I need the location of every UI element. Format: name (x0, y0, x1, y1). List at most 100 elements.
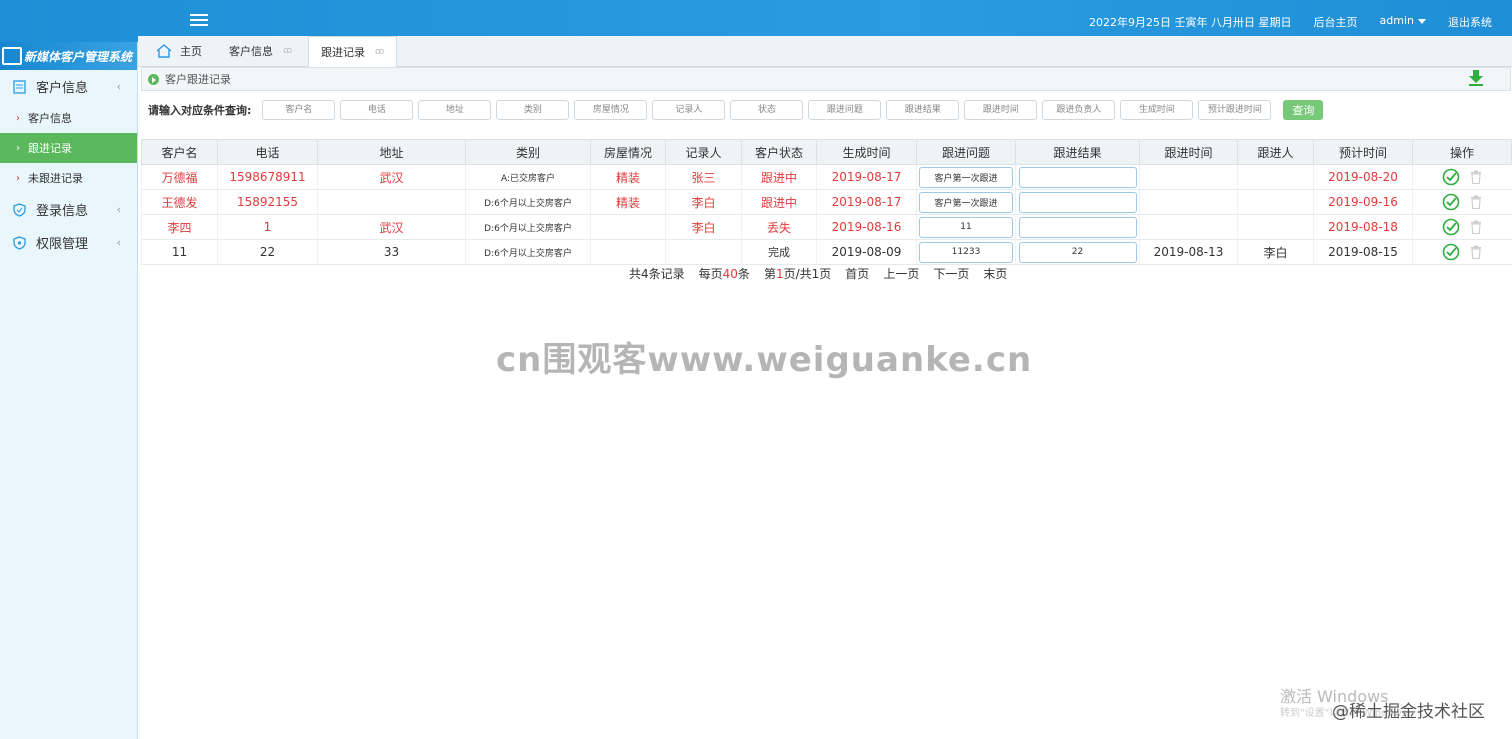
close-icon[interactable]: ꝏ (375, 47, 384, 57)
cell-recorder: 李白 (665, 189, 742, 215)
row-actions (1414, 193, 1512, 211)
last-page-link[interactable]: 末页 (983, 265, 1007, 282)
cell-follower (1237, 164, 1314, 190)
column-header: 预计时间 (1313, 139, 1413, 165)
user-menu[interactable]: admin (1380, 14, 1426, 30)
column-header: 操作 (1412, 139, 1512, 165)
logout-link[interactable]: 退出系统 (1448, 14, 1492, 30)
tab-customer-info[interactable]: 客户信息 ꝏ (229, 36, 292, 66)
breadcrumb: 客户跟进记录 (141, 67, 1511, 91)
top-nav: 2022年9月25日 壬寅年 八月卅日 星期日 后台主页 admin 退出系统 (1089, 14, 1492, 30)
download-icon[interactable] (1468, 69, 1484, 87)
cell-recorder: 张三 (665, 164, 742, 190)
close-icon[interactable]: ꝏ (283, 46, 292, 56)
menu-toggle-icon[interactable] (190, 11, 208, 29)
tab-home[interactable]: 主页 (156, 36, 202, 66)
result-input[interactable] (1018, 241, 1137, 263)
issue-input[interactable] (919, 166, 1013, 188)
cell-phone: 22 (217, 239, 318, 265)
cell-name: 李四 (141, 214, 218, 240)
cell-address (317, 189, 466, 215)
cell-phone: 1598678911 (217, 164, 318, 190)
trash-icon[interactable] (1470, 195, 1482, 209)
cell-recorder (665, 239, 742, 265)
cell-follower: 李白 (1237, 239, 1314, 265)
cell-follow-time (1139, 214, 1238, 240)
cell-actions (1412, 239, 1512, 265)
search-input[interactable] (730, 100, 804, 120)
issue-input[interactable] (919, 191, 1013, 213)
tab-label: 客户信息 (229, 45, 273, 58)
per-page: 每页40条 (698, 267, 750, 281)
search-bar: 请输入对应条件查询: 查询 (148, 100, 1324, 120)
search-input[interactable] (496, 100, 570, 120)
query-button[interactable]: 查询 (1283, 100, 1324, 120)
search-input[interactable] (574, 100, 648, 120)
tab-label: 跟进记录 (321, 46, 365, 59)
result-input[interactable] (1018, 191, 1137, 213)
app-logo: 新媒体客户管理系统 (0, 42, 137, 70)
search-input[interactable] (964, 100, 1038, 120)
cell-name: 王德发 (141, 189, 218, 215)
cell-actions (1412, 164, 1512, 190)
chevron-down-icon (1418, 18, 1426, 24)
check-circle-icon[interactable] (1442, 193, 1460, 211)
result-input[interactable] (1018, 166, 1137, 188)
cell-created: 2019-08-17 (816, 164, 917, 190)
column-header: 电话 (217, 139, 318, 165)
column-header: 生成时间 (816, 139, 917, 165)
records-table: 客户名 电话 地址 类别 房屋情况 记录人 客户状态 生成时间 跟进问题 跟进结果 跟进时间 跟进人预… (141, 139, 1512, 265)
cell-issue (916, 189, 1016, 215)
search-input[interactable] (418, 100, 492, 120)
trash-icon[interactable] (1470, 170, 1482, 184)
sidebar-item-customer-info[interactable]: › 客户信息 (0, 103, 137, 133)
search-input[interactable] (1042, 100, 1116, 120)
home-icon (156, 44, 172, 58)
total-records: 共4条记录 (629, 267, 685, 281)
sidebar-group-permission[interactable]: 权限管理 ‹ (0, 226, 137, 259)
cell-actions (1412, 189, 1512, 215)
column-header: 客户名 (141, 139, 218, 165)
tab-follow-records[interactable]: 跟进记录 ꝏ (308, 36, 398, 67)
check-circle-icon[interactable] (1442, 168, 1460, 186)
search-input[interactable] (262, 100, 336, 120)
sidebar-item-label: 跟进记录 (28, 142, 72, 155)
column-header: 客户状态 (741, 139, 817, 165)
cell-house: 精装 (590, 164, 666, 190)
sidebar-item-follow-records[interactable]: › 跟进记录 (0, 133, 137, 163)
search-input[interactable] (808, 100, 882, 120)
search-input[interactable] (1120, 100, 1194, 120)
next-page-link[interactable]: 下一页 (933, 265, 969, 282)
row-actions (1414, 218, 1512, 236)
sidebar-group-login[interactable]: 登录信息 ‹ (0, 193, 137, 226)
breadcrumb-title: 客户跟进记录 (165, 73, 231, 86)
issue-input[interactable] (919, 241, 1013, 263)
date-text: 2022年9月25日 壬寅年 八月卅日 星期日 (1089, 16, 1292, 29)
search-input[interactable] (340, 100, 414, 120)
cell-follower (1237, 214, 1314, 240)
trash-icon[interactable] (1470, 220, 1482, 234)
chevron-right-icon: › (16, 142, 20, 154)
cell-expected: 2019-08-15 (1313, 239, 1413, 265)
play-icon (148, 73, 159, 85)
sidebar-group-customer[interactable]: 客户信息 ‹ (0, 70, 137, 103)
column-header: 跟进人 (1237, 139, 1314, 165)
search-input[interactable] (1198, 100, 1272, 120)
cell-name: 万德福 (141, 164, 218, 190)
chevron-left-icon: ‹ (116, 203, 121, 216)
check-circle-icon[interactable] (1442, 218, 1460, 236)
prev-page-link[interactable]: 上一页 (883, 265, 919, 282)
cell-status: 跟进中 (741, 164, 817, 190)
cell-created: 2019-08-09 (816, 239, 917, 265)
backend-home-link[interactable]: 后台主页 (1314, 14, 1358, 30)
cell-address: 武汉 (317, 214, 466, 240)
result-input[interactable] (1018, 216, 1137, 238)
trash-icon[interactable] (1470, 245, 1482, 259)
cell-house (590, 214, 666, 240)
sidebar-item-unfollowed[interactable]: › 未跟进记录 (0, 163, 137, 193)
issue-input[interactable] (919, 216, 1013, 238)
search-input[interactable] (652, 100, 726, 120)
first-page-link[interactable]: 首页 (845, 265, 869, 282)
search-input[interactable] (886, 100, 960, 120)
check-circle-icon[interactable] (1442, 243, 1460, 261)
